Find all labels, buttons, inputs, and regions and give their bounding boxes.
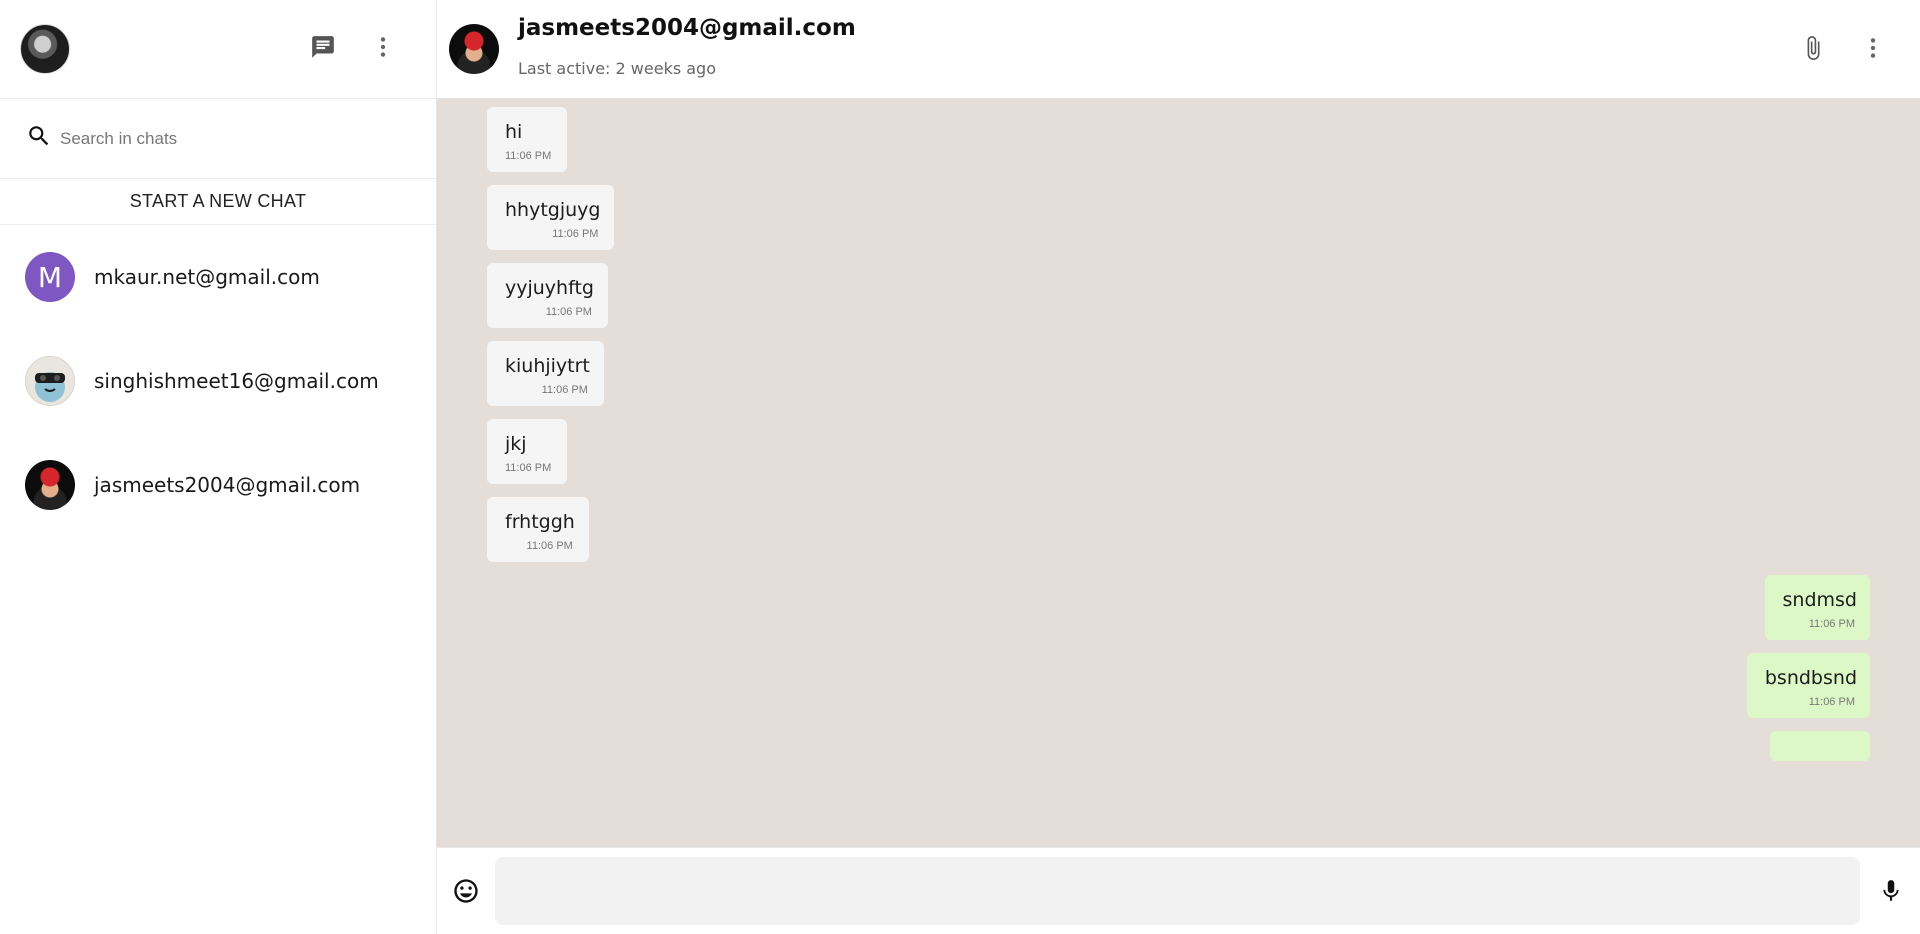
message-outgoing: bsndbsnd 11:06 PM — [487, 653, 1870, 718]
contact-info: jasmeets2004@gmail.com Last active: 2 we… — [518, 15, 856, 78]
chat-name: singhishmeet16@gmail.com — [94, 369, 379, 393]
message-time: 11:06 PM — [1808, 618, 1855, 630]
message-incoming: kiuhjiytrt 11:06 PM — [487, 341, 1870, 406]
app: START A NEW CHAT M mkaur.net@gmail.com s… — [0, 0, 1920, 934]
message-text: frhtggh — [505, 511, 575, 533]
message-incoming: hhytgjuyg 11:06 PM — [487, 185, 1870, 250]
message-text: hi — [505, 121, 523, 143]
search-bar — [0, 99, 436, 179]
chat-item[interactable]: singhishmeet16@gmail.com — [0, 329, 436, 433]
message-bubble[interactable]: bsndbsnd 11:06 PM — [1746, 653, 1870, 718]
new-chat-icon[interactable] — [306, 30, 340, 64]
message-composer — [437, 847, 1920, 934]
chat-list: M mkaur.net@gmail.com singhishmeet16@gma… — [0, 225, 436, 537]
message-incoming: jkj 11:06 PM — [487, 419, 1870, 484]
sidebar: START A NEW CHAT M mkaur.net@gmail.com s… — [0, 0, 437, 934]
sidebar-actions — [306, 30, 400, 64]
message-time: 11:06 PM — [505, 150, 552, 162]
more-vert-icon[interactable] — [1856, 31, 1890, 65]
message-list[interactable]: hi 11:06 PM hhytgjuyg 11:06 PM yyjuyhftg… — [437, 99, 1920, 847]
message-time: 11:06 PM — [505, 462, 552, 474]
message-bubble[interactable]: hi 11:06 PM — [487, 107, 568, 172]
message-text: sndmsd — [1782, 589, 1857, 611]
more-vert-icon[interactable] — [366, 30, 400, 64]
header-actions — [1796, 31, 1890, 65]
message-input[interactable] — [495, 857, 1860, 925]
chat-item[interactable]: M mkaur.net@gmail.com — [0, 225, 436, 329]
contact-avatar[interactable] — [449, 24, 499, 74]
message-text: jkj — [505, 433, 527, 455]
chat-item[interactable]: jasmeets2004@gmail.com — [0, 433, 436, 537]
robot-avatar-icon — [35, 372, 65, 402]
chat-name: jasmeets2004@gmail.com — [94, 473, 361, 497]
search-icon — [26, 123, 52, 154]
conversation-header: jasmeets2004@gmail.com Last active: 2 we… — [437, 0, 1920, 99]
avatar — [25, 356, 75, 406]
attach-icon[interactable] — [1796, 31, 1830, 65]
message-time: 11:06 PM — [541, 384, 588, 396]
message-outgoing: sndmsd 11:06 PM — [487, 575, 1870, 640]
conversation-panel: jasmeets2004@gmail.com Last active: 2 we… — [437, 0, 1920, 934]
emoji-icon[interactable] — [449, 874, 483, 908]
message-bubble[interactable]: jkj 11:06 PM — [487, 419, 568, 484]
contact-name: jasmeets2004@gmail.com — [518, 14, 856, 41]
message-time: 11:06 PM — [545, 306, 592, 318]
message-text: bsndbsnd — [1764, 667, 1857, 689]
last-active-status: Last active: 2 weeks ago — [518, 58, 716, 78]
search-input[interactable] — [60, 128, 410, 149]
message-text: hhytgjuyg — [505, 199, 601, 221]
message-bubble-partial[interactable] — [1770, 731, 1870, 761]
sidebar-header — [0, 0, 436, 99]
start-new-chat-button[interactable]: START A NEW CHAT — [0, 179, 436, 225]
message-time: 11:06 PM — [552, 228, 599, 240]
message-incoming: yyjuyhftg 11:06 PM — [487, 263, 1870, 328]
message-bubble[interactable]: yyjuyhftg 11:06 PM — [487, 263, 608, 328]
chat-name: mkaur.net@gmail.com — [94, 265, 320, 289]
message-bubble[interactable]: frhtggh 11:06 PM — [487, 497, 589, 562]
message-time: 11:06 PM — [1808, 696, 1855, 708]
message-time: 11:06 PM — [526, 540, 573, 552]
mic-icon[interactable] — [1874, 874, 1908, 908]
message-bubble[interactable]: kiuhjiytrt 11:06 PM — [487, 341, 604, 406]
message-bubble[interactable]: hhytgjuyg 11:06 PM — [487, 185, 615, 250]
message-bubble[interactable]: sndmsd 11:06 PM — [1764, 575, 1870, 640]
avatar — [25, 460, 75, 510]
message-incoming: hi 11:06 PM — [487, 107, 1870, 172]
message-text: kiuhjiytrt — [505, 355, 590, 377]
my-avatar[interactable] — [20, 24, 70, 74]
message-outgoing — [487, 731, 1870, 761]
message-incoming: frhtggh 11:06 PM — [487, 497, 1870, 562]
avatar: M — [25, 252, 75, 302]
message-text: yyjuyhftg — [505, 277, 594, 299]
